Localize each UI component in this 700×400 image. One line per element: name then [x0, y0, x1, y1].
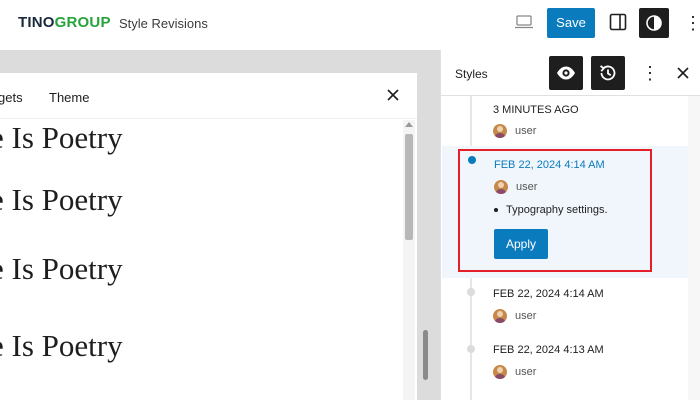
preview-content: e Is Poetry e Is Poetry e Is Poetry e Is… — [0, 120, 402, 400]
styles-contrast-icon — [646, 15, 662, 31]
logo-text-group: GROUP — [54, 14, 111, 31]
sidebar-title: Styles — [455, 67, 488, 81]
desktop-device-icon[interactable] — [515, 15, 533, 29]
revision-author: user — [515, 310, 537, 322]
more-options-icon[interactable]: ⋮ — [684, 10, 700, 36]
styles-sidebar: Styles ⋮ 3 MINUTES AGO user FEB 22, 2024… — [440, 50, 700, 400]
preview-frame-header: gets Theme — [0, 73, 417, 119]
revision-date: 3 MINUTES AGO — [493, 104, 579, 116]
revision-author: user — [515, 125, 537, 137]
revision-date: FEB 22, 2024 4:14 AM — [493, 288, 604, 300]
scrollbar-thumb[interactable] — [405, 134, 413, 240]
site-logo[interactable]: TINOGROUP — [18, 14, 111, 31]
page-title: Style Revisions — [119, 16, 208, 31]
preview-heading: e Is Poetry — [0, 120, 123, 155]
preview-frame: gets Theme e Is Poetry e Is Poetry e Is … — [0, 73, 417, 400]
canvas-scrollbar[interactable] — [423, 330, 428, 380]
avatar — [493, 124, 507, 138]
preview-heading: e Is Poetry — [0, 182, 123, 217]
revision-dot — [467, 288, 475, 296]
avatar — [493, 309, 507, 323]
tab-widgets[interactable]: gets — [0, 90, 23, 105]
revisions-button[interactable] — [591, 56, 625, 90]
style-book-button[interactable] — [549, 56, 583, 90]
revision-date: FEB 22, 2024 4:13 AM — [493, 344, 604, 356]
tab-theme[interactable]: Theme — [49, 90, 89, 105]
revision-author: user — [515, 366, 537, 378]
preview-heading: e Is Poetry — [0, 251, 123, 286]
logo-text-tino: TINO — [18, 14, 55, 31]
revision-dot — [467, 102, 475, 110]
eye-icon — [557, 66, 575, 80]
editor-canvas: gets Theme e Is Poetry e Is Poetry e Is … — [0, 50, 440, 400]
preview-heading: e Is Poetry — [0, 328, 123, 363]
sidebar-header: Styles ⋮ — [441, 50, 700, 96]
more-vertical-icon[interactable]: ⋮ — [641, 60, 659, 86]
sidebar-toggle-icon[interactable] — [608, 12, 628, 32]
history-icon — [599, 65, 616, 81]
avatar — [493, 365, 507, 379]
sidebar-scrollbar[interactable] — [688, 96, 700, 400]
close-icon[interactable] — [384, 86, 402, 104]
scroll-up-icon[interactable] — [405, 122, 413, 127]
revision-dot — [467, 345, 475, 353]
annotation-highlight-box — [458, 149, 652, 272]
close-icon[interactable] — [675, 65, 691, 81]
editor-top-bar: TINOGROUP Style Revisions Save ⋮ — [0, 0, 700, 50]
styles-toggle-button[interactable] — [639, 8, 669, 38]
save-button[interactable]: Save — [547, 8, 595, 38]
preview-scrollbar[interactable] — [403, 120, 415, 400]
